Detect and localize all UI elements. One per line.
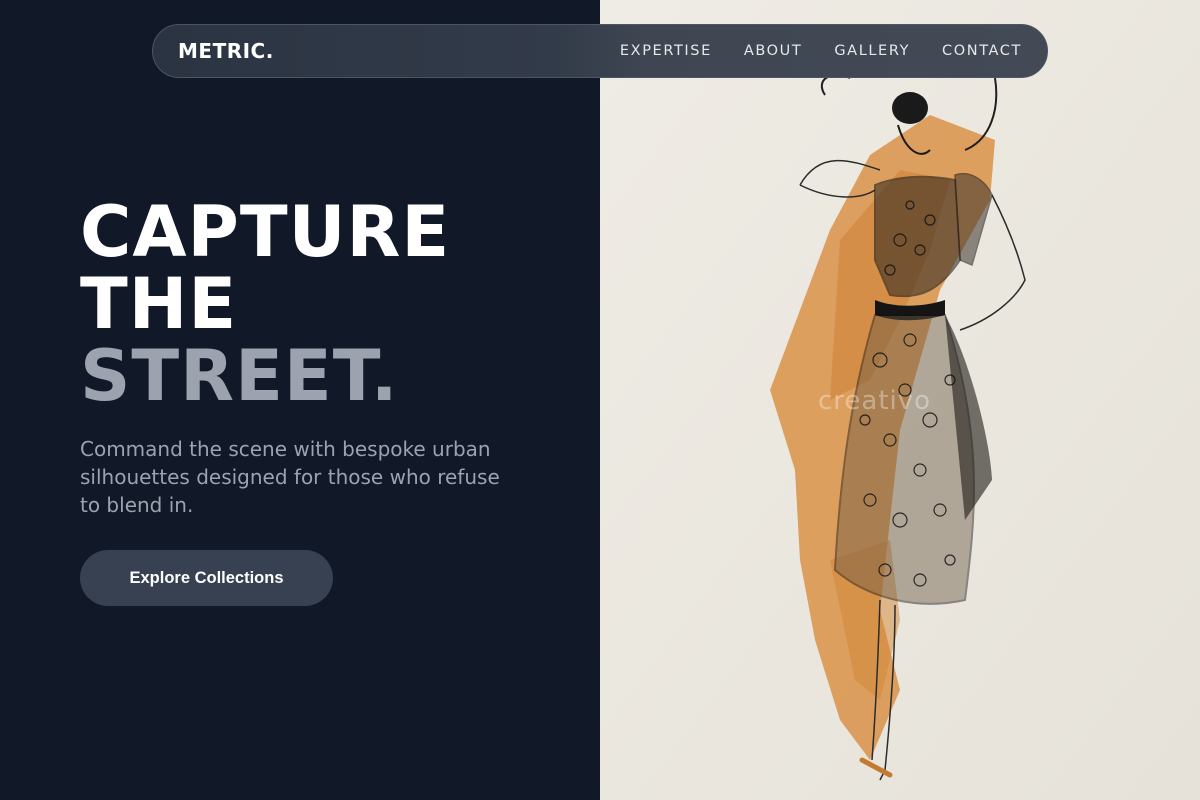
headline-line-1: CAPTURE — [80, 191, 451, 273]
hero-subtext: Command the scene with bespoke urban sil… — [80, 437, 500, 517]
explore-collections-button[interactable]: Explore Collections — [80, 550, 333, 606]
nav-link-expertise[interactable]: EXPERTISE — [620, 43, 712, 59]
hero-left-panel: CAPTURE THE STREET. Command the scene wi… — [0, 0, 600, 800]
nav-link-contact[interactable]: CONTACT — [942, 43, 1022, 59]
top-navbar: METRIC. EXPERTISE ABOUT GALLERY CONTACT — [152, 24, 1048, 78]
hero-headline: CAPTURE THE STREET. — [80, 196, 450, 412]
nav-links: EXPERTISE ABOUT GALLERY CONTACT — [620, 43, 1022, 59]
brand-logo[interactable]: METRIC. — [178, 39, 274, 63]
nav-link-about[interactable]: ABOUT — [744, 43, 803, 59]
headline-line-2: THE — [80, 263, 238, 345]
hero-image: creativo — [600, 0, 1200, 800]
image-watermark: creativo — [818, 386, 932, 416]
headline-line-3: STREET. — [80, 335, 399, 417]
nav-link-gallery[interactable]: GALLERY — [834, 43, 910, 59]
